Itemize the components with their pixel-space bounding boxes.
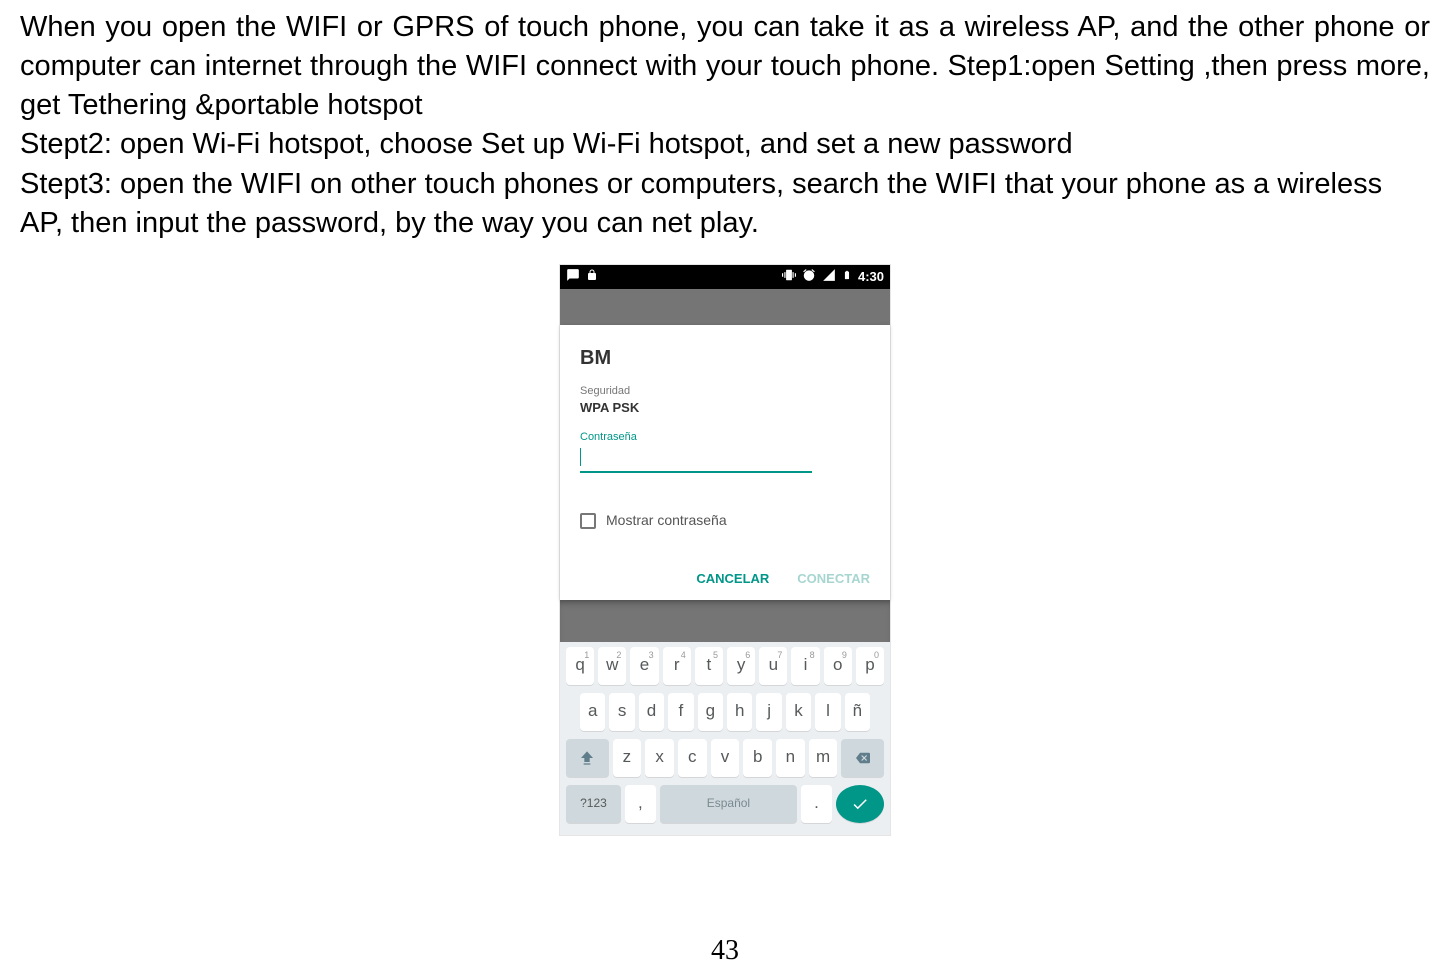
space-key[interactable]: Español	[660, 785, 797, 823]
security-value: WPA PSK	[580, 399, 870, 417]
android-status-bar: 4:30	[560, 265, 890, 289]
battery-icon	[842, 268, 852, 286]
shift-key[interactable]	[566, 739, 609, 777]
cancel-button[interactable]: CANCELAR	[696, 570, 769, 588]
key-b[interactable]: b	[743, 739, 772, 777]
key-g[interactable]: g	[698, 693, 723, 731]
key-e[interactable]: e3	[630, 647, 658, 685]
vibrate-icon	[782, 268, 796, 286]
alarm-icon	[802, 268, 816, 286]
key-o[interactable]: o9	[824, 647, 852, 685]
key-n[interactable]: n	[776, 739, 805, 777]
symbols-key[interactable]: ?123	[566, 785, 621, 823]
security-label: Seguridad	[580, 384, 870, 399]
show-password-checkbox[interactable]: Mostrar contraseña	[580, 511, 870, 530]
step2-text: Stept2: open Wi-Fi hotspot, choose Set u…	[20, 125, 1430, 164]
key-a[interactable]: a	[580, 693, 605, 731]
key-p[interactable]: p0	[856, 647, 884, 685]
key-r[interactable]: r4	[663, 647, 691, 685]
comma-key[interactable]: ,	[625, 785, 656, 823]
key-c[interactable]: c	[678, 739, 707, 777]
messages-icon	[566, 268, 580, 286]
page-number: 43	[0, 932, 1450, 970]
key-m[interactable]: m	[809, 739, 838, 777]
key-f[interactable]: f	[668, 693, 693, 731]
lock-icon	[586, 268, 598, 286]
checkbox-icon	[580, 513, 596, 529]
key-v[interactable]: v	[711, 739, 740, 777]
key-d[interactable]: d	[639, 693, 664, 731]
connect-button[interactable]: CONECTAR	[797, 570, 870, 588]
status-time: 4:30	[858, 268, 884, 286]
dimmed-background-top	[560, 289, 890, 325]
show-password-label: Mostrar contraseña	[606, 511, 727, 530]
key-l[interactable]: l	[815, 693, 840, 731]
password-input[interactable]	[580, 445, 870, 473]
backspace-key[interactable]	[841, 739, 884, 777]
key-z[interactable]: z	[613, 739, 642, 777]
signal-icon	[822, 268, 836, 286]
key-x[interactable]: x	[645, 739, 674, 777]
key-j[interactable]: j	[756, 693, 781, 731]
intro-text: When you open the WIFI or GPRS of touch …	[20, 8, 1430, 125]
key-t[interactable]: t5	[695, 647, 723, 685]
on-screen-keyboard: q1w2e3r4t5y6u7i8o9p0 asdfghjklñ zxcvbnm …	[560, 642, 890, 835]
key-q[interactable]: q1	[566, 647, 594, 685]
period-key[interactable]: .	[801, 785, 832, 823]
enter-key[interactable]	[836, 785, 884, 823]
key-k[interactable]: k	[786, 693, 811, 731]
key-h[interactable]: h	[727, 693, 752, 731]
key-i[interactable]: i8	[791, 647, 819, 685]
key-ñ[interactable]: ñ	[845, 693, 870, 731]
password-label: Contraseña	[580, 430, 870, 445]
dimmed-background-bottom	[560, 600, 890, 642]
key-y[interactable]: y6	[727, 647, 755, 685]
key-w[interactable]: w2	[598, 647, 626, 685]
dialog-title: BM	[580, 345, 870, 372]
wifi-connect-dialog: BM Seguridad WPA PSK Contraseña Mostrar …	[560, 325, 890, 600]
key-u[interactable]: u7	[759, 647, 787, 685]
step3-text: Stept3: open the WIFI on other touch pho…	[20, 165, 1430, 243]
key-s[interactable]: s	[609, 693, 634, 731]
phone-screenshot: 4:30 BM Seguridad WPA PSK Contraseña Mos…	[20, 265, 1430, 835]
